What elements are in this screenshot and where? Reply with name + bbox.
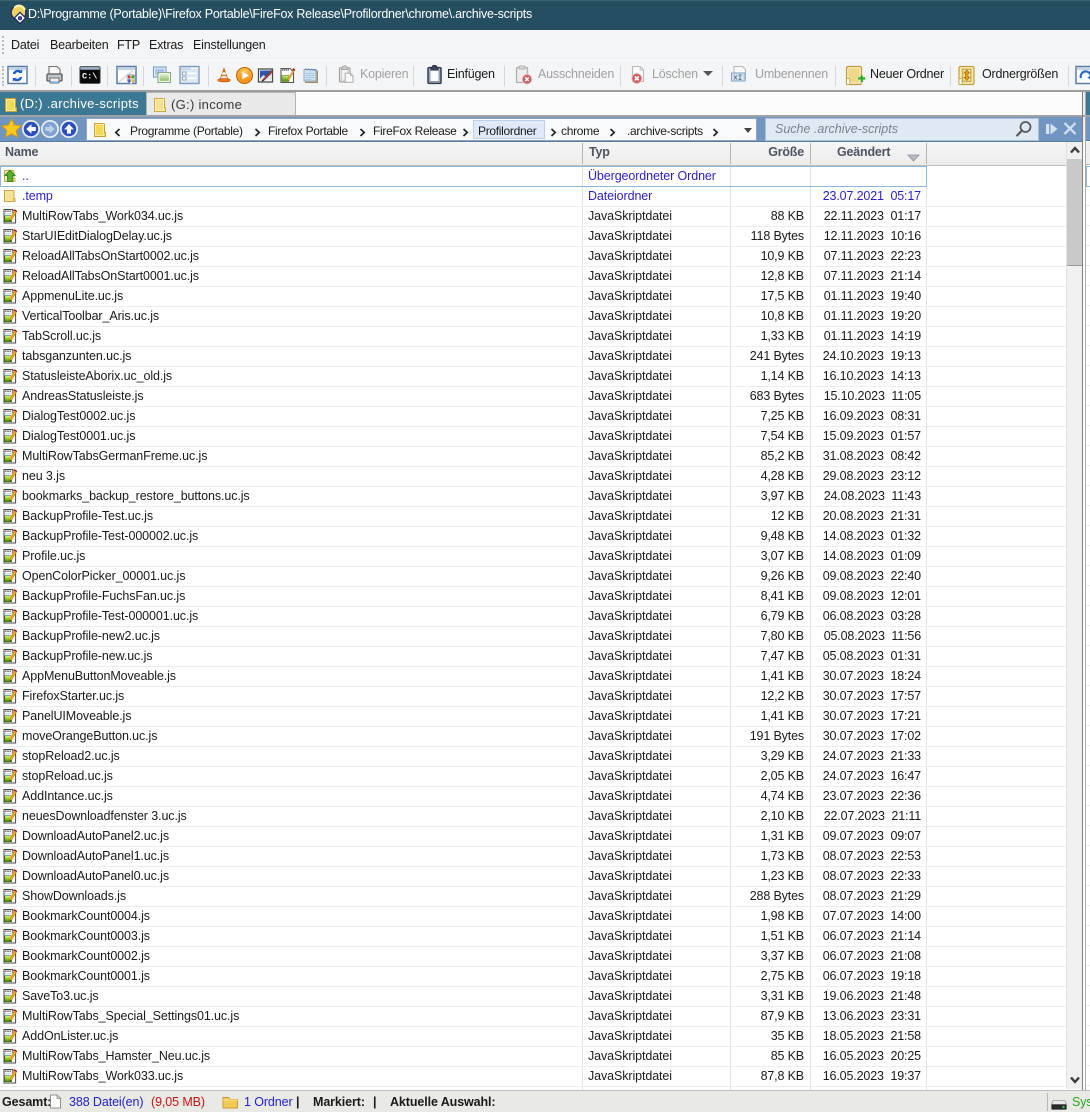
svg-text:x: x: [734, 73, 738, 82]
svg-text:C:\: C:\: [82, 72, 97, 82]
